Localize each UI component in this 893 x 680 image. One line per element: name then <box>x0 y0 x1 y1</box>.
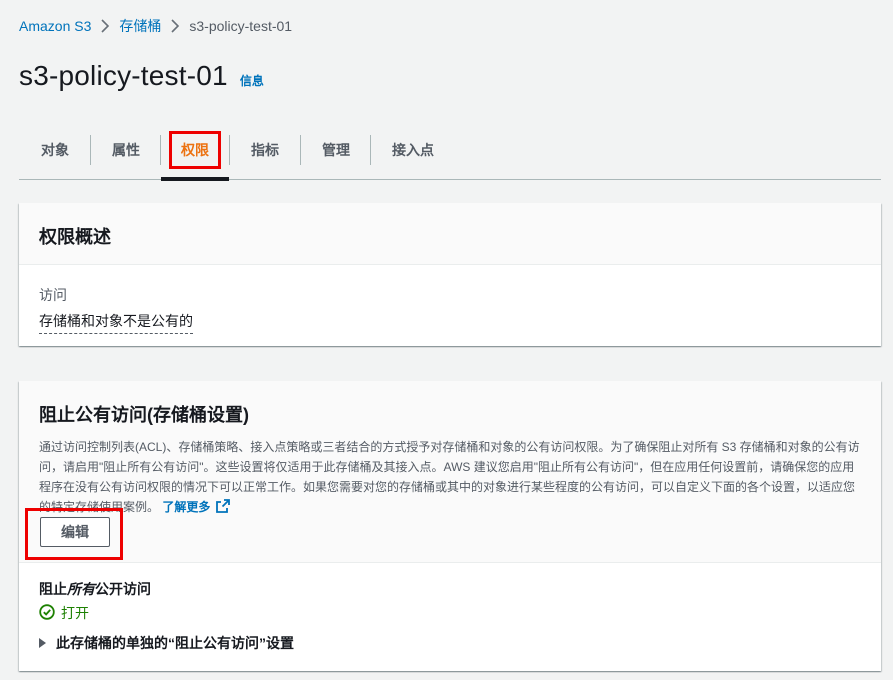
learn-more-link[interactable]: 了解更多 <box>162 499 231 514</box>
tab-bar: 对象 属性 权限 指标 管理 接入点 <box>19 120 881 181</box>
panel-header: 阻止公有访问(存储桶设置) 通过访问控制列表(ACL)、存储桶策略、接入点策略或… <box>19 381 881 563</box>
status-value: 打开 <box>61 605 89 621</box>
tab-access-points[interactable]: 接入点 <box>371 120 455 180</box>
expander-label: 此存储桶的单独的“阻止公有访问”设置 <box>56 635 294 651</box>
tab-label: 属性 <box>112 141 140 158</box>
status-title-prefix: 阻止 <box>39 581 67 597</box>
access-value[interactable]: 存储桶和对象不是公有的 <box>39 311 193 334</box>
tab-management[interactable]: 管理 <box>301 120 371 180</box>
edit-button[interactable]: 编辑 <box>40 517 110 547</box>
title-row: s3-policy-test-01 信息 <box>19 60 264 92</box>
block-public-access-panel: 阻止公有访问(存储桶设置) 通过访问控制列表(ACL)、存储桶策略、接入点策略或… <box>19 381 881 671</box>
check-circle-icon <box>39 603 61 623</box>
tab-properties[interactable]: 属性 <box>91 120 161 180</box>
tab-label: 接入点 <box>392 141 434 158</box>
panel-title: 阻止公有访问(存储桶设置) <box>39 405 249 425</box>
status-title-em: 所有 <box>67 581 95 597</box>
breadcrumb-buckets[interactable]: 存储桶 <box>119 16 161 36</box>
tab-objects[interactable]: 对象 <box>19 120 91 180</box>
external-link-icon <box>216 499 231 519</box>
page-title: s3-policy-test-01 <box>19 60 228 91</box>
learn-more-label: 了解更多 <box>162 500 211 514</box>
edit-highlight: 编辑 <box>25 508 123 560</box>
breadcrumb-amazon-s3[interactable]: Amazon S3 <box>19 18 91 34</box>
info-link[interactable]: 信息 <box>240 72 264 89</box>
breadcrumb: Amazon S3 存储桶 s3-policy-test-01 <box>19 16 292 36</box>
panel-body: 阻止所有公开访问 打开 此存储桶的单独的“阻止公有访问”设置 <box>19 563 881 669</box>
status-title-suffix: 公开访问 <box>95 581 151 597</box>
tab-metrics[interactable]: 指标 <box>229 120 301 180</box>
tab-permissions[interactable]: 权限 <box>161 120 229 181</box>
status-indicator: 打开 <box>39 603 861 623</box>
tab-label: 对象 <box>41 141 69 158</box>
bpa-description: 通过访问控制列表(ACL)、存储桶策略、接入点策略或三者结合的方式授予对存储桶和… <box>39 437 861 519</box>
panel-title: 权限概述 <box>39 227 111 247</box>
tab-label: 权限 <box>169 130 221 169</box>
permissions-overview-panel: 权限概述 访问 存储桶和对象不是公有的 <box>19 203 881 346</box>
chevron-right-icon <box>161 19 189 33</box>
breadcrumb-current: s3-policy-test-01 <box>189 18 293 34</box>
chevron-right-icon <box>91 19 119 33</box>
block-all-title: 阻止所有公开访问 <box>39 579 861 599</box>
access-label: 访问 <box>39 287 67 303</box>
tab-label: 指标 <box>251 141 279 158</box>
individual-settings-expander[interactable]: 此存储桶的单独的“阻止公有访问”设置 <box>39 633 861 653</box>
panel-header: 权限概述 <box>19 203 881 265</box>
tab-divider <box>229 134 230 165</box>
caret-right-icon <box>39 638 46 648</box>
tab-label: 管理 <box>322 141 350 158</box>
panel-body: 访问 存储桶和对象不是公有的 <box>19 265 881 350</box>
